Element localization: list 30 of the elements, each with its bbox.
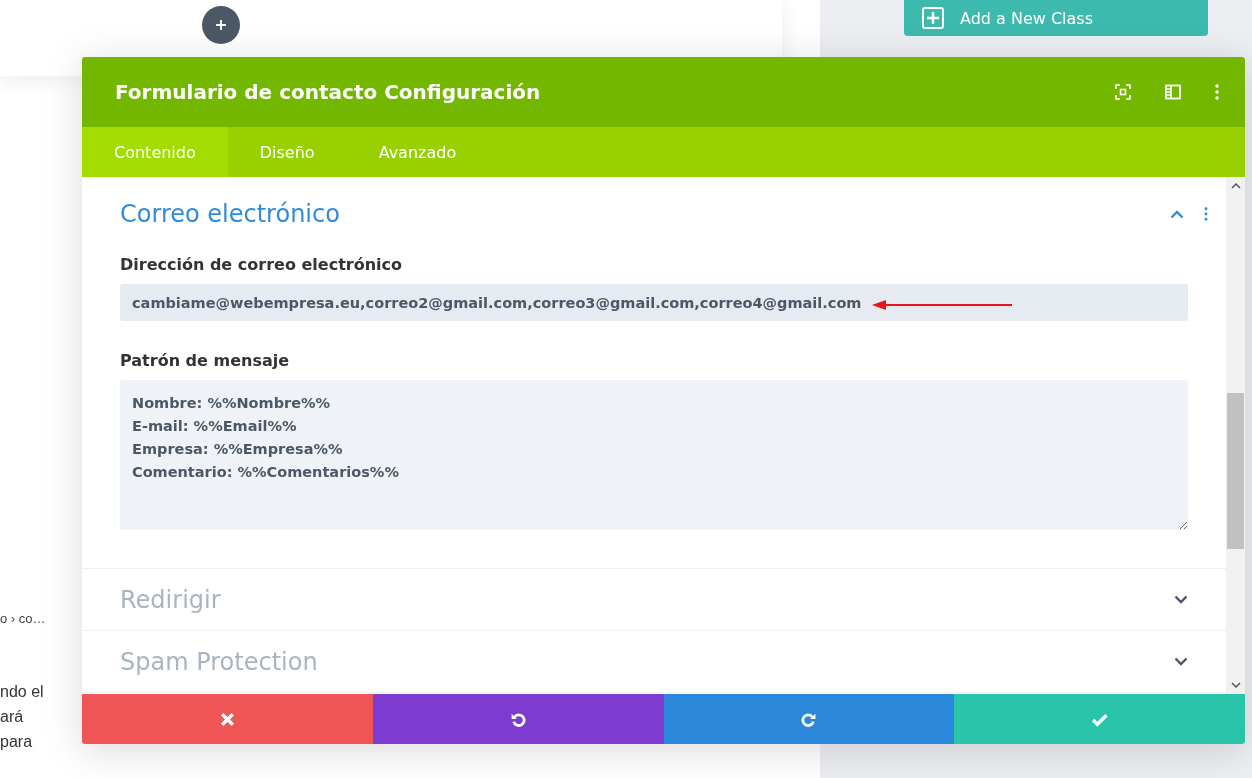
more-icon[interactable] bbox=[1215, 84, 1219, 100]
field-label: Patrón de mensaje bbox=[120, 351, 291, 370]
modal-title: Formulario de contacto Configuración bbox=[115, 80, 541, 104]
message-field[interactable]: Nombre: %%Nombre%% E-mail: %%Email%% Empresa: %%Empresa%% Comentario: %%Comentarios%% bbox=[120, 380, 1188, 530]
chevron-down-icon[interactable] bbox=[1174, 657, 1188, 666]
plus-icon bbox=[214, 18, 228, 32]
chevron-up-icon[interactable] bbox=[1170, 209, 1184, 219]
section-title[interactable]: Correo electrónico bbox=[120, 200, 340, 228]
plus-square-icon bbox=[922, 7, 944, 29]
scroll-down-icon[interactable] bbox=[1230, 682, 1241, 688]
scroll-up-icon[interactable] bbox=[1230, 183, 1241, 189]
more-icon[interactable] bbox=[1204, 207, 1208, 221]
tab[interactable]: Contenido bbox=[82, 127, 228, 177]
chevron-down-icon[interactable] bbox=[1174, 595, 1188, 604]
add-class-button[interactable]: Add a New Class bbox=[904, 0, 1208, 36]
field-label: Dirección de correo electrónico bbox=[120, 255, 403, 274]
focus-icon[interactable] bbox=[1115, 84, 1131, 100]
scrollbar-thumb[interactable] bbox=[1227, 393, 1244, 549]
paragraph-text: para bbox=[0, 732, 33, 752]
close-icon bbox=[218, 710, 236, 728]
section-title[interactable]: Spam Protection bbox=[120, 647, 318, 676]
paragraph-text: ndo el bbox=[0, 682, 44, 702]
tab[interactable]: Diseño bbox=[227, 127, 347, 177]
section-title[interactable]: Redirigir bbox=[120, 585, 221, 614]
breadcrumb-text: o › co… bbox=[0, 610, 46, 628]
paragraph-text: ará bbox=[0, 707, 24, 727]
tab[interactable]: Avanzado bbox=[346, 127, 489, 177]
split-view-icon[interactable] bbox=[1165, 84, 1181, 100]
scrollbar[interactable] bbox=[1226, 177, 1245, 694]
email-field[interactable]: cambiame@webempresa.eu,correo2@gmail.com,correo3@gmail.com,correo4@gmail.com bbox=[120, 284, 1188, 321]
